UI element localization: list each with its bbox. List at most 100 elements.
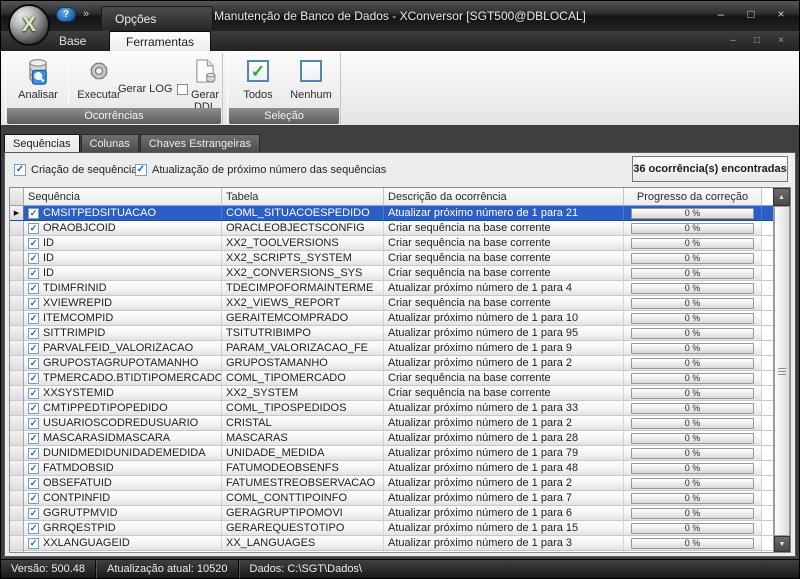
vertical-scrollbar[interactable]: ▼ bbox=[773, 206, 790, 552]
table-row[interactable]: ✓ SITTRIMPID TSITUTRIBIMPO Atualizar pró… bbox=[10, 326, 773, 341]
app-menu-button[interactable]: X bbox=[8, 4, 50, 46]
row-selector-cell[interactable] bbox=[10, 491, 24, 506]
descricao-cell[interactable]: Criar sequência na base corrente bbox=[384, 266, 624, 281]
row-selector-cell[interactable] bbox=[10, 521, 24, 536]
row-checkbox[interactable]: ✓ bbox=[28, 418, 39, 429]
row-checkbox[interactable]: ✓ bbox=[28, 373, 39, 384]
row-checkbox[interactable]: ✓ bbox=[28, 403, 39, 414]
row-selector-cell[interactable] bbox=[10, 461, 24, 476]
sequencia-cell[interactable]: ✓ ITEMCOMPID bbox=[24, 311, 222, 326]
help-button[interactable]: ? bbox=[56, 7, 76, 22]
row-selector-cell[interactable] bbox=[10, 536, 24, 551]
nenhum-button[interactable]: Nenhum bbox=[286, 55, 336, 101]
tabela-cell[interactable]: GERAGRUPTIPOMOVI bbox=[222, 506, 384, 521]
tabela-cell[interactable]: MASCARAS bbox=[222, 431, 384, 446]
descricao-cell[interactable]: Atualizar próximo número de 1 para 4 bbox=[384, 281, 624, 296]
tabela-cell[interactable]: PARAM_VALORIZACAO_FE bbox=[222, 341, 384, 356]
quick-access-chevron-icon[interactable]: » bbox=[83, 8, 89, 20]
descricao-cell[interactable]: Criar sequência na base corrente bbox=[384, 371, 624, 386]
row-selector-cell[interactable] bbox=[10, 551, 24, 552]
row-selector-cell[interactable] bbox=[10, 401, 24, 416]
column-header-sequencia[interactable]: Sequência bbox=[24, 188, 222, 206]
descricao-cell[interactable]: Atualizar próximo número de 1 para 10 bbox=[384, 311, 624, 326]
sequencia-cell[interactable]: ✓ TDIMFRINID bbox=[24, 281, 222, 296]
tabela-cell[interactable]: CRISTAL bbox=[222, 416, 384, 431]
occurrences-found-button[interactable]: 36 ocorrência(s) encontradas bbox=[632, 156, 788, 182]
tabela-cell[interactable]: COML_TIPOMERCADO bbox=[222, 371, 384, 386]
tabela-cell[interactable]: FATUMESTREOBSERVACAO bbox=[222, 476, 384, 491]
tabela-cell[interactable]: XX2_SCRIPTS_SYSTEM bbox=[222, 251, 384, 266]
table-row[interactable]: ✓ XVIEWREPID XX2_VIEWS_REPORT Criar sequ… bbox=[10, 296, 773, 311]
row-checkbox[interactable]: ✓ bbox=[28, 463, 39, 474]
tabela-cell[interactable]: XX2_CONVERSIONS_SYS bbox=[222, 266, 384, 281]
descricao-cell[interactable]: Atualizar próximo número de 1 para 15 bbox=[384, 521, 624, 536]
sequencia-cell[interactable]: ✓ XXSYSTEMID bbox=[24, 386, 222, 401]
tabela-cell[interactable]: XX2_SYSTEM bbox=[222, 386, 384, 401]
row-selector-cell[interactable] bbox=[10, 326, 24, 341]
tabela-cell[interactable]: TSITUTRIBIMPO bbox=[222, 326, 384, 341]
close-button[interactable]: × bbox=[773, 7, 789, 21]
descricao-cell[interactable]: Atualizar próximo número de 1 para 2 bbox=[384, 476, 624, 491]
table-row[interactable]: ✓ TPMERCADO.BTIDTIPOMERCADO COML_TIPOMER… bbox=[10, 371, 773, 386]
sequencia-cell[interactable]: ✓ GRUPOSTAGRUPOTAMANHO bbox=[24, 356, 222, 371]
descricao-cell[interactable]: Criar sequência na base corrente bbox=[384, 386, 624, 401]
row-selector-cell[interactable] bbox=[10, 446, 24, 461]
sequencia-cell[interactable]: ✓ ID bbox=[24, 236, 222, 251]
sequencia-cell[interactable]: ✓ ID bbox=[24, 266, 222, 281]
row-checkbox[interactable]: ✓ bbox=[28, 253, 39, 264]
column-header-tabela[interactable]: Tabela bbox=[222, 188, 384, 206]
tabela-cell[interactable]: COML_SITUACOESPEDIDO bbox=[222, 206, 384, 221]
sequencia-cell[interactable]: ✓ SITTRIMPID bbox=[24, 326, 222, 341]
row-checkbox[interactable]: ✓ bbox=[28, 523, 39, 534]
sequencia-cell[interactable]: ✓ GRRQESTPID bbox=[24, 521, 222, 536]
row-checkbox[interactable]: ✓ bbox=[28, 448, 39, 459]
criacao-checkbox-row[interactable]: ✓ Criação de sequências bbox=[14, 164, 143, 176]
table-row[interactable]: ✓ XXLANGUAGEID XX_LANGUAGES Atualizar pr… bbox=[10, 536, 773, 551]
row-selector-cell[interactable] bbox=[10, 251, 24, 266]
mdi-minimize-button[interactable]: – bbox=[727, 35, 739, 46]
table-row[interactable]: ✓ USUARIOSCODREDUSUARIO CRISTAL Atualiza… bbox=[10, 416, 773, 431]
sequencia-cell[interactable]: ✓ ID bbox=[24, 251, 222, 266]
tabela-cell[interactable]: TDECIMPOFORMAINTERME bbox=[222, 281, 384, 296]
row-checkbox[interactable]: ✓ bbox=[28, 313, 39, 324]
row-checkbox[interactable]: ✓ bbox=[28, 343, 39, 354]
scrollbar-thumb[interactable] bbox=[774, 206, 790, 536]
row-selector-cell[interactable] bbox=[10, 341, 24, 356]
atualizacao-checkbox-row[interactable]: ✓ Atualização de próximo número das sequ… bbox=[135, 164, 386, 176]
table-row[interactable]: ✓ OBSEFATUID FATUMESTREOBSERVACAO Atuali… bbox=[10, 476, 773, 491]
row-selector-cell[interactable] bbox=[10, 236, 24, 251]
row-selector-cell[interactable] bbox=[10, 506, 24, 521]
row-selector-cell[interactable] bbox=[10, 386, 24, 401]
page-tab[interactable]: Colunas bbox=[81, 134, 139, 152]
tabela-cell[interactable]: GERAITEMCOMPRADO bbox=[222, 311, 384, 326]
tabela-cell[interactable]: UNIDADE_MEDIDA bbox=[222, 446, 384, 461]
gerar-ddl-button[interactable]: Gerar DDL bbox=[188, 55, 222, 113]
scroll-up-button[interactable]: ▲ bbox=[773, 188, 790, 206]
column-header-progresso[interactable]: Progresso da correção bbox=[624, 188, 762, 206]
sequencia-cell[interactable]: ✓ XVIEWREPID bbox=[24, 296, 222, 311]
tabela-cell[interactable]: ORACLEOBJECTSCONFIG bbox=[222, 221, 384, 236]
mdi-close-button[interactable]: × bbox=[775, 35, 787, 46]
row-selector-cell[interactable] bbox=[10, 311, 24, 326]
mdi-restore-button[interactable]: □ bbox=[751, 35, 763, 46]
table-row[interactable]: ✓ ITEMCOMPID GERAITEMCOMPRADO Atualizar … bbox=[10, 311, 773, 326]
descricao-cell[interactable]: Atualizar próximo número de 1 para 7 bbox=[384, 491, 624, 506]
sequencia-cell[interactable]: ✓ CMTIPPEDTIPOPEDIDO bbox=[24, 401, 222, 416]
sequencia-cell[interactable]: ✓ ORAOBJCOID bbox=[24, 221, 222, 236]
descricao-cell[interactable]: Atualizar próximo número de 1 para 95 bbox=[384, 326, 624, 341]
row-checkbox[interactable]: ✓ bbox=[28, 283, 39, 294]
row-checkbox[interactable]: ✓ bbox=[28, 358, 39, 369]
descricao-cell[interactable]: Atualizar próximo número de 1 para 21 bbox=[384, 206, 624, 221]
table-row[interactable]: ✓ XXSYSTEMID XX2_SYSTEM Criar sequência … bbox=[10, 386, 773, 401]
maximize-button[interactable]: □ bbox=[743, 7, 759, 21]
gerar-log-checkbox[interactable] bbox=[177, 84, 188, 95]
table-row[interactable]: ✓ CMTIPPEDTIPOPEDIDO COML_TIPOSPEDIDOS A… bbox=[10, 401, 773, 416]
descricao-cell[interactable]: Atualizar próximo número de 1 para 33 bbox=[384, 401, 624, 416]
row-checkbox[interactable]: ✓ bbox=[28, 538, 39, 549]
descricao-cell[interactable]: Atualizar próximo número de 1 para 9 bbox=[384, 341, 624, 356]
row-checkbox[interactable]: ✓ bbox=[28, 493, 39, 504]
table-row[interactable]: ▶ ✓ CMSITPEDSITUACAO COML_SITUACOESPEDID… bbox=[10, 206, 773, 221]
descricao-cell[interactable]: Criar sequência na base corrente bbox=[384, 236, 624, 251]
table-row[interactable]: ✓ TDIMFRINID TDECIMPOFORMAINTERME Atuali… bbox=[10, 281, 773, 296]
tabela-cell[interactable]: GERAREQUESTOTIPO bbox=[222, 521, 384, 536]
